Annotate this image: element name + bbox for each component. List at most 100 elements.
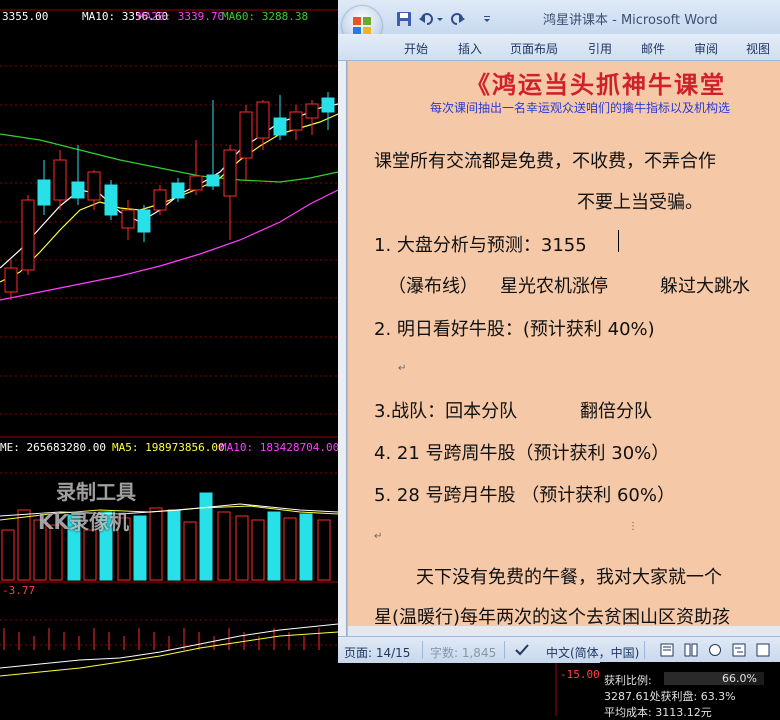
indicator-value-label: -3.77	[2, 584, 35, 597]
ma-white-line	[0, 103, 339, 269]
candle-body	[189, 175, 203, 191]
proofing-icon[interactable]	[514, 643, 530, 657]
paragraph-mark: ⋮	[628, 521, 638, 532]
profit-line-3: 平均成本: 3113.12元	[604, 706, 712, 719]
volume-bar	[235, 515, 249, 581]
candle-body	[305, 103, 319, 119]
doc-line-1: 课堂所有交流都是免费，不收费，不弄合作	[374, 151, 716, 172]
print-layout-view-icon[interactable]	[660, 643, 674, 657]
volume-bar	[199, 492, 213, 581]
ribbon-tabs: 开始 插入 页面布局 引用 邮件 审阅 视图	[338, 34, 780, 61]
volume-bar	[83, 529, 97, 581]
candle-body	[104, 184, 118, 216]
undo-icon[interactable]	[418, 11, 434, 27]
status-language[interactable]: 中文(简体，中国)	[546, 644, 639, 661]
tab-page-layout[interactable]: 页面布局	[510, 40, 558, 57]
paragraph-mark: ↵	[398, 363, 407, 374]
candle-body	[4, 267, 18, 293]
full-screen-reading-icon[interactable]	[684, 643, 698, 657]
watermark-line-1: 录制工具	[56, 480, 136, 504]
profit-info-panel: 获利比例: 66.0% 3287.61处获利盘: 63.3% 平均成本: 311…	[600, 662, 780, 719]
text-cursor	[618, 230, 619, 252]
volume-ma10-label: MA10: 183428704.00	[220, 441, 339, 454]
candle-body	[21, 199, 35, 271]
candle-body	[71, 181, 85, 199]
draft-view-icon[interactable]	[756, 643, 770, 657]
document-area[interactable]: 《鸿运当头抓神牛课堂 每次课间抽出一名幸运观众送咱们的擒牛指标以及机构选 课堂所…	[338, 61, 780, 636]
candle-body	[171, 182, 185, 199]
volume-label: ME: 265683280.00	[0, 441, 106, 454]
undo-dropdown-icon[interactable]	[436, 11, 444, 27]
doc-line-9: 天下没有免费的午餐，我对大家就一个	[416, 567, 722, 588]
outline-view-icon[interactable]	[732, 643, 746, 657]
candle-body	[239, 111, 253, 159]
right-axis-value: -15.00	[560, 668, 600, 681]
doc-line-5: 2. 明日看好牛股：(预计获利 40%)	[374, 319, 655, 340]
status-separator	[422, 641, 423, 659]
status-bar: 页面: 14/15 字数: 1,845 中文(简体，中国)	[338, 636, 780, 663]
volume-bar	[267, 511, 281, 581]
ma-magenta-line	[0, 189, 339, 301]
doc-subline: 每次课间抽出一名幸运观众送咱们的擒牛指标以及机构选	[430, 101, 731, 115]
tab-references[interactable]: 引用	[588, 40, 612, 57]
title-bar[interactable]: 鸿星讲课本 - Microsoft Word	[338, 0, 780, 34]
paragraph-mark: ↵	[374, 531, 383, 542]
volume-ma5-label: MA5: 198973856.00	[112, 441, 225, 454]
ma60-label: MA60: 3288.38	[222, 10, 308, 23]
recorder-watermark: 录制工具 KK录像机	[38, 476, 178, 536]
status-page[interactable]: 页面: 14/15	[344, 644, 410, 661]
profit-line-2: 3287.61处获利盘: 63.3%	[604, 690, 736, 703]
candle-body	[289, 111, 303, 131]
volume-bar	[299, 513, 313, 581]
doc-line-4c: 躲过大跳水	[660, 276, 750, 297]
candle-body	[87, 171, 101, 201]
candle-body	[121, 209, 135, 229]
web-layout-icon[interactable]	[708, 643, 722, 657]
ma-yellow-line	[0, 113, 339, 283]
doc-line-4a: （瀑布线）	[388, 276, 478, 297]
doc-line-7: 4. 21 号跨周牛股（预计获利 30%）	[374, 443, 670, 464]
volume-bar	[1, 529, 15, 581]
doc-line-6a: 3.战队：回本分队	[374, 401, 518, 422]
tab-review[interactable]: 审阅	[694, 40, 718, 57]
candle-body	[273, 117, 287, 136]
doc-line-6b: 翻倍分队	[580, 401, 652, 422]
candle-body	[37, 179, 51, 206]
save-icon[interactable]	[396, 11, 412, 27]
office-logo-icon	[353, 17, 371, 35]
candle-body	[137, 209, 151, 233]
status-separator	[644, 641, 645, 659]
word-window[interactable]: 鸿星讲课本 - Microsoft Word 开始 插入 页面布局 引用 邮件 …	[338, 0, 780, 663]
window-title: 鸿星讲课本 - Microsoft Word	[543, 13, 718, 28]
close-value-label: 3355.00	[2, 10, 48, 23]
horizontal-scrollbar[interactable]	[348, 626, 780, 636]
redo-icon[interactable]	[450, 11, 466, 27]
tab-view[interactable]: 视图	[746, 40, 770, 57]
volume-bar	[217, 511, 231, 581]
tab-insert[interactable]: 插入	[458, 40, 482, 57]
tab-mailings[interactable]: 邮件	[641, 40, 665, 57]
doc-line-3: 1. 大盘分析与预测：3155	[374, 235, 587, 256]
candle-body	[206, 174, 220, 187]
doc-line-4b: 星光农机涨停	[500, 276, 608, 297]
customize-toolbar-icon[interactable]	[482, 11, 492, 27]
candle-body	[321, 97, 335, 113]
document-page[interactable]: 《鸿运当头抓神牛课堂 每次课间抽出一名幸运观众送咱们的擒牛指标以及机构选 课堂所…	[348, 61, 780, 636]
status-separator	[504, 641, 505, 659]
doc-heading: 《鸿运当头抓神牛课堂	[466, 71, 726, 99]
volume-bar	[283, 517, 297, 581]
watermark-line-2: KK录像机	[38, 510, 129, 534]
profit-ratio-label: 获利比例:	[604, 674, 652, 687]
ma-green-line	[0, 133, 339, 183]
doc-line-2: 不要上当受骗。	[577, 192, 703, 213]
status-word-count[interactable]: 字数: 1,845	[430, 644, 496, 661]
tab-home[interactable]: 开始	[404, 40, 428, 57]
volume-bar	[317, 519, 331, 581]
candle-body	[153, 189, 167, 211]
candle-body	[223, 149, 237, 197]
vertical-ruler	[338, 61, 347, 636]
profit-ratio-value: 66.0%	[722, 672, 757, 685]
candlesticks	[4, 92, 335, 300]
volume-bar	[183, 521, 197, 581]
candle-body	[256, 101, 270, 139]
